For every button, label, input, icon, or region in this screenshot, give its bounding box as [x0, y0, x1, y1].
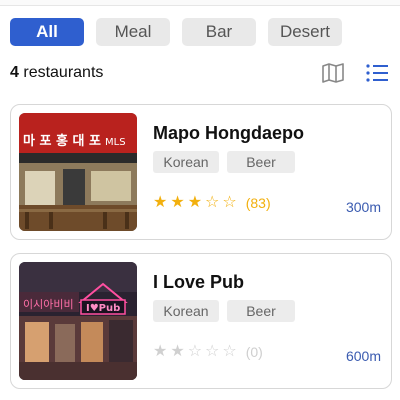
star-icon: ★	[153, 194, 168, 211]
restaurant-card[interactable]: 마 포 홍 대 포 MLS Mapo Hongdaepo Korean Beer…	[10, 104, 392, 240]
sign-text: 마 포 홍 대 포	[23, 133, 101, 149]
restaurant-name: Mapo Hongdaepo	[153, 123, 304, 143]
restaurant-card[interactable]: 이시아비비 I♥Pub I Love Pub Korean Beer ★ ★ ☆…	[10, 253, 392, 389]
star-outline-icon: ☆	[205, 343, 220, 360]
star-outline-icon: ☆	[222, 343, 237, 360]
filter-chip-all[interactable]: All	[10, 18, 84, 46]
restaurant-name: I Love Pub	[153, 272, 245, 292]
list-icon[interactable]	[364, 61, 390, 85]
top-divider	[0, 0, 400, 6]
tag-cuisine: Korean	[153, 300, 219, 322]
results-count: 4 restaurants	[10, 64, 103, 82]
star-outline-icon: ☆	[205, 194, 220, 211]
map-icon[interactable]	[320, 61, 346, 85]
tag-drink: Beer	[227, 300, 295, 322]
tag-list: Korean Beer	[153, 151, 295, 173]
distance: 300m	[345, 199, 381, 215]
star-outline-icon: ☆	[187, 343, 203, 360]
rating: ★ ★ ☆ ☆ ☆ (0)	[153, 343, 263, 361]
results-label: restaurants	[23, 64, 104, 81]
view-toggle	[320, 61, 390, 85]
star-icon: ★	[170, 343, 185, 360]
filter-chip-desert[interactable]: Desert	[268, 18, 342, 46]
filter-chip-bar[interactable]: Bar	[182, 18, 256, 46]
star-icon: ★	[153, 343, 168, 360]
restaurant-photo: 이시아비비 I♥Pub	[19, 262, 137, 380]
star-icon: ★	[187, 194, 203, 211]
restaurant-photo: 마 포 홍 대 포 MLS	[19, 113, 137, 231]
review-count: (83)	[245, 195, 271, 211]
star-outline-icon: ☆	[222, 194, 237, 211]
sign-brand: I♥Pub	[86, 303, 120, 314]
distance: 600m	[345, 348, 381, 364]
tag-list: Korean Beer	[153, 300, 295, 322]
sign-brand: MLS	[105, 137, 126, 148]
tag-cuisine: Korean	[153, 151, 219, 173]
star-icon: ★	[170, 194, 185, 211]
tag-drink: Beer	[227, 151, 295, 173]
filter-chip-meal[interactable]: Meal	[96, 18, 170, 46]
category-filters: All Meal Bar Desert	[10, 18, 342, 46]
sign-text: 이시아비비	[23, 298, 74, 311]
results-number: 4	[10, 64, 19, 81]
review-count: (0)	[245, 344, 263, 360]
rating: ★ ★ ★ ☆ ☆ (83)	[153, 194, 271, 212]
